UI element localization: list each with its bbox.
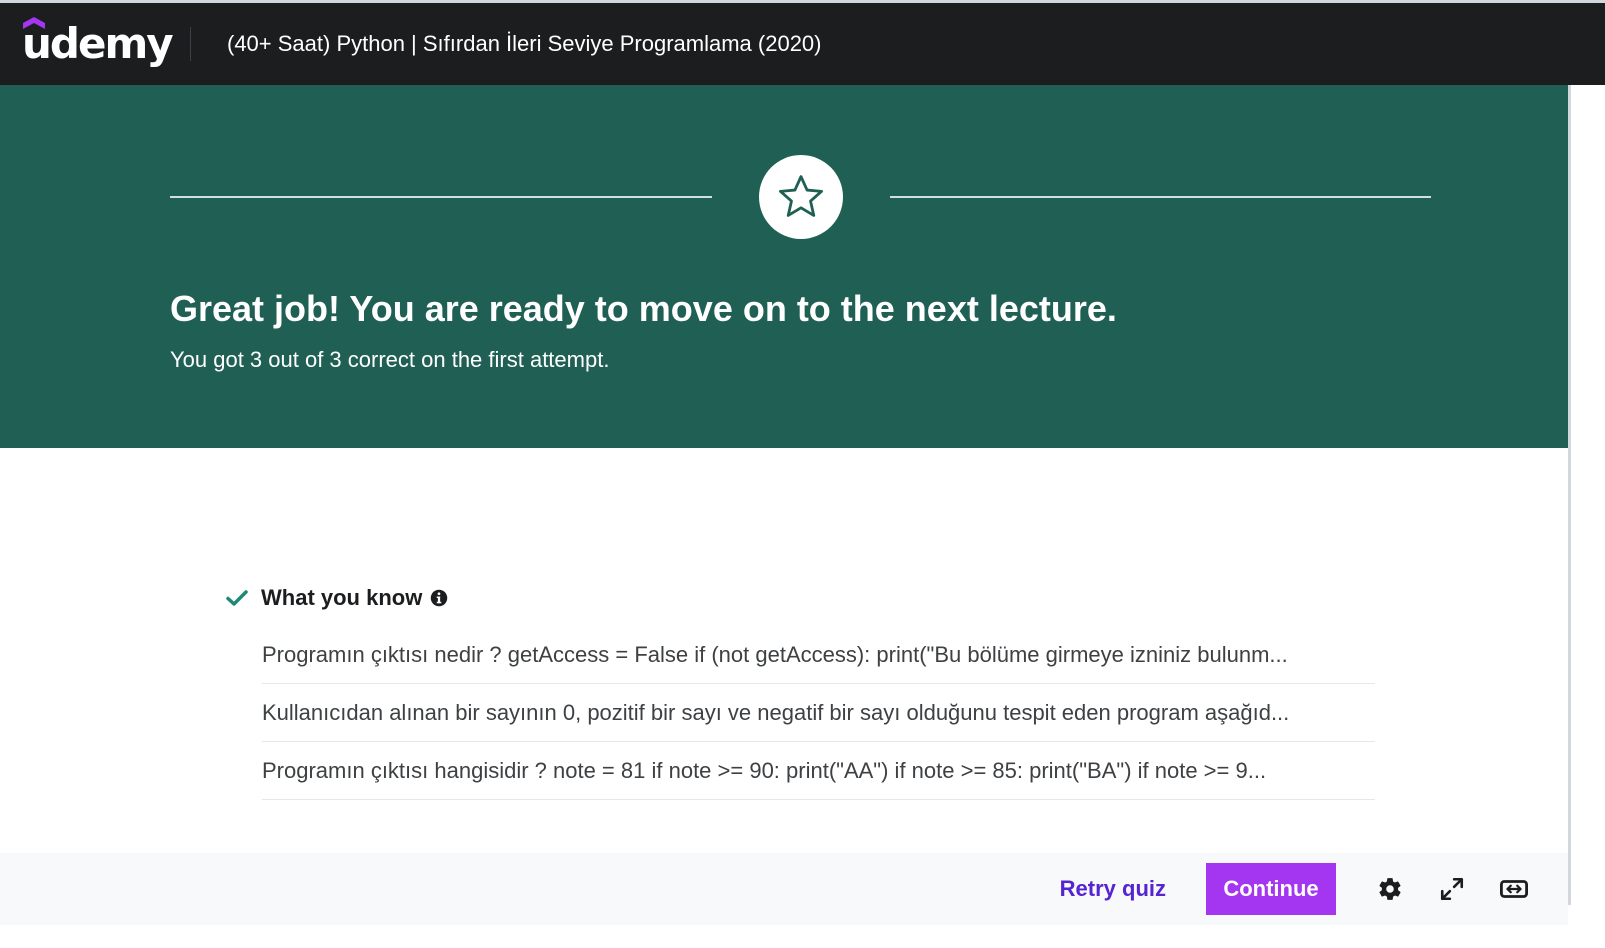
gear-icon[interactable] [1376, 875, 1404, 903]
result-score-text: You got 3 out of 3 correct on the first … [170, 347, 610, 372]
what-you-know-title: What you know [261, 585, 423, 610]
list-item[interactable]: Programın çıktısı nedir ? getAccess = Fa… [262, 626, 1375, 684]
list-item[interactable]: Programın çıktısı hangisidir ? note = 81… [262, 742, 1375, 800]
star-badge [759, 155, 843, 239]
check-icon [226, 590, 248, 606]
continue-button[interactable]: Continue [1206, 863, 1336, 915]
divider-line-right [890, 196, 1431, 198]
info-icon[interactable] [430, 589, 448, 607]
logo-cap-icon [23, 17, 45, 29]
udemy-logo[interactable]: udemy [0, 3, 190, 85]
scroll-edge [1568, 85, 1571, 905]
list-item[interactable]: Kullanıcıdan alınan bir sayının 0, pozit… [262, 684, 1375, 742]
course-header: udemy (40+ Saat) Python | Sıfırdan İleri… [0, 3, 1605, 85]
header-divider [190, 27, 191, 61]
what-you-know-section: What you know Programın çıktısı nedir ? … [225, 578, 1375, 800]
quiz-footer-bar: Retry quiz Continue [0, 853, 1568, 925]
widescreen-icon[interactable] [1500, 875, 1528, 903]
expand-icon[interactable] [1438, 875, 1466, 903]
result-heading: Great job! You are ready to move on to t… [170, 288, 1117, 329]
what-you-know-list: Programın çıktısı nedir ? getAccess = Fa… [262, 626, 1375, 800]
divider-line-left [170, 196, 712, 198]
star-icon [779, 175, 823, 217]
what-you-know-header: What you know [225, 578, 1375, 618]
retry-quiz-button[interactable]: Retry quiz [1060, 876, 1166, 902]
quiz-result-banner: Great job! You are ready to move on to t… [0, 85, 1568, 448]
course-title[interactable]: (40+ Saat) Python | Sıfırdan İleri Seviy… [227, 31, 822, 57]
logo-text: udemy [22, 19, 174, 68]
